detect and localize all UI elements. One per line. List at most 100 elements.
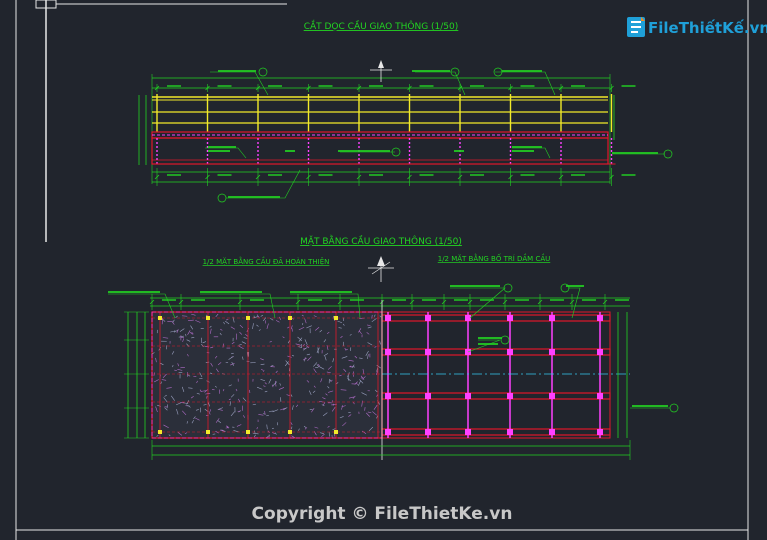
- bolt-mark: [246, 316, 250, 320]
- dimension-label-mark: [318, 85, 333, 87]
- elevation-title: CẮT DỌC CẦU GIAO THÔNG (1/50): [304, 19, 459, 32]
- dimension-label-mark: [520, 174, 535, 176]
- annotation-mark: [478, 343, 498, 345]
- annotation-mark: [512, 150, 534, 152]
- dimension-label-mark: [268, 85, 282, 87]
- dimension-label-mark: [454, 299, 468, 301]
- deck-outline: [381, 311, 611, 439]
- beam-joint: [507, 349, 513, 355]
- beam-joint: [465, 393, 471, 399]
- dimension-label-mark: [318, 174, 333, 176]
- bolt-mark: [334, 316, 338, 320]
- annotation-mark: [478, 337, 502, 339]
- beam-joint: [597, 349, 603, 355]
- elevation-drawing: [138, 60, 673, 203]
- beam-joint: [507, 315, 513, 321]
- dimension-label-mark: [162, 299, 176, 301]
- main-girder: [381, 348, 611, 356]
- bolt-mark: [206, 430, 210, 434]
- annotation-mark: [454, 150, 464, 152]
- dimension-label-mark: [369, 174, 383, 176]
- bolt-mark: [288, 430, 292, 434]
- dimension-label-mark: [571, 85, 585, 87]
- dimension-label-mark: [392, 299, 406, 301]
- annotation-mark: [290, 291, 352, 293]
- beam-joint: [507, 429, 513, 435]
- dimension-label-mark: [369, 85, 383, 87]
- dimension-label-mark: [550, 299, 564, 301]
- annotation-mark: [208, 146, 236, 148]
- bolt-mark: [334, 430, 338, 434]
- beam-joint: [385, 315, 391, 321]
- annotation-mark: [502, 70, 542, 72]
- annotation-mark: [228, 196, 280, 198]
- site-logo: FileThiếtKế.vn: [627, 17, 767, 37]
- annotation-mark: [200, 291, 262, 293]
- bolt-mark: [206, 316, 210, 320]
- beam-joint: [425, 429, 431, 435]
- dimension-label-mark: [167, 85, 181, 87]
- annotation-mark: [338, 150, 390, 152]
- beam-joint: [425, 315, 431, 321]
- annotation-mark: [108, 291, 160, 293]
- bolt-mark: [158, 316, 162, 320]
- beam-joint: [507, 393, 513, 399]
- beam-joint: [465, 429, 471, 435]
- drawing-canvas: CẮT DỌC CẦU GIAO THÔNG (1/50) MẶT BẰNG C…: [15, 0, 767, 540]
- dimension-label-mark: [419, 85, 434, 87]
- main-girder: [381, 392, 611, 400]
- dimension-label-mark: [621, 174, 636, 176]
- beam-joint: [549, 393, 555, 399]
- bolt-mark: [246, 430, 250, 434]
- dimension-label-mark: [167, 174, 181, 176]
- dimension-label-mark: [470, 174, 484, 176]
- main-girder: [381, 314, 611, 322]
- dimension-label-mark: [191, 299, 205, 301]
- plan-right-subtitle: 1/2 MẶT BẰNG BỐ TRÍ DẦM CẦU: [438, 253, 551, 263]
- beam-joint: [597, 315, 603, 321]
- dimension-label-mark: [515, 299, 529, 301]
- dimension-label-mark: [350, 299, 364, 301]
- beam-joint: [385, 349, 391, 355]
- annotation-mark: [512, 146, 542, 148]
- annotation-mark: [208, 150, 230, 152]
- beam-joint: [549, 349, 555, 355]
- beam-joint: [597, 393, 603, 399]
- dimension-label-mark: [308, 299, 322, 301]
- annotation-mark: [285, 150, 295, 152]
- dimension-label-mark: [615, 299, 629, 301]
- dimension-label-mark: [571, 174, 585, 176]
- dimension-label-mark: [250, 299, 264, 301]
- annotation-mark: [612, 152, 658, 154]
- plan-left-subtitle: 1/2 MẶT BẰNG CẦU ĐÃ HOÀN THIỆN: [203, 256, 330, 266]
- dimension-label-mark: [217, 85, 232, 87]
- beam-joint: [549, 315, 555, 321]
- annotation-mark: [566, 285, 584, 287]
- beam-joint: [549, 429, 555, 435]
- dimension-label-mark: [520, 85, 535, 87]
- annotation-mark: [218, 70, 256, 72]
- beam-joint: [425, 349, 431, 355]
- dimension-label-mark: [582, 299, 596, 301]
- cad-viewport[interactable]: CẮT DỌC CẦU GIAO THÔNG (1/50) MẶT BẰNG C…: [0, 0, 767, 540]
- dimension-label-mark: [470, 85, 484, 87]
- dimension-label-mark: [621, 85, 636, 87]
- plan-drawing: [108, 256, 679, 460]
- bolt-mark: [158, 430, 162, 434]
- dimension-label-mark: [419, 174, 434, 176]
- logo-text: FileThiếtKế.vn: [648, 18, 767, 37]
- annotation-mark: [450, 285, 500, 287]
- dimension-label-mark: [268, 174, 282, 176]
- annotation-mark: [632, 405, 668, 407]
- bolt-mark: [288, 316, 292, 320]
- plan-title: MẶT BẰNG CẦU GIAO THÔNG (1/50): [300, 234, 462, 247]
- copyright-text: Copyright © FileThietKe.vn: [252, 504, 513, 524]
- beam-joint: [385, 393, 391, 399]
- beam-joint: [597, 429, 603, 435]
- beam-joint: [425, 393, 431, 399]
- dimension-label-mark: [217, 174, 232, 176]
- dimension-label-mark: [422, 299, 436, 301]
- annotation-mark: [412, 70, 450, 72]
- main-girder: [381, 428, 611, 436]
- beam-joint: [385, 429, 391, 435]
